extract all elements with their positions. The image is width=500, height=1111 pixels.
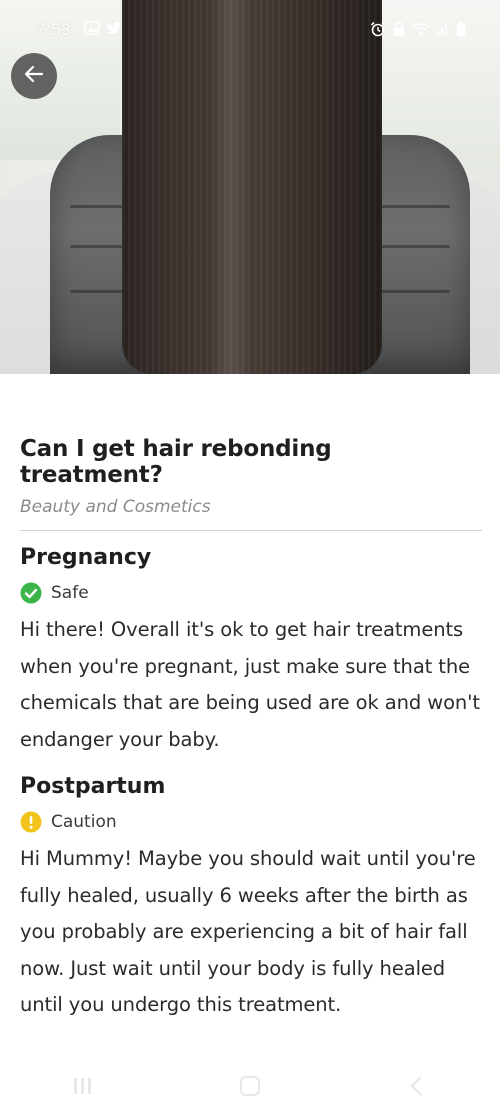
gallery-icon (84, 21, 100, 35)
navigation-bar (0, 1061, 500, 1111)
hero-image (0, 0, 500, 374)
recents-icon[interactable] (63, 1071, 103, 1101)
lock-icon (392, 21, 406, 37)
section-pregnancy: Pregnancy Safe Hi there! Overall it's ok… (20, 545, 482, 758)
question-title: Can I get hair rebonding treatment? (20, 436, 332, 488)
answer-text: Hi Mummy! Maybe you should wait until yo… (20, 847, 476, 1016)
signal-icon (436, 22, 450, 36)
home-icon[interactable] (230, 1071, 270, 1101)
back-icon[interactable] (397, 1071, 437, 1101)
content: Can I get hair rebonding treatment? Beau… (20, 436, 482, 1024)
divider (20, 530, 482, 531)
wifi-icon (412, 22, 430, 36)
status-row: Caution (20, 811, 482, 833)
twitter-icon (106, 21, 122, 35)
section-title: Pregnancy (20, 545, 152, 570)
status-bar: 7:53 (0, 0, 500, 40)
arrow-left-icon (22, 62, 46, 91)
back-button[interactable] (11, 53, 57, 99)
battery-icon (456, 21, 466, 37)
status-time: 7:53 (36, 20, 72, 39)
section-postpartum: Postpartum Caution Hi Mummy! Maybe you s… (20, 774, 482, 1024)
screen: 7:53 Can I get hair rebonding treatment?… (0, 0, 500, 1111)
hair (122, 0, 382, 374)
section-title: Postpartum (20, 774, 166, 799)
alarm-icon (370, 21, 386, 37)
category-label: Beauty and Cosmetics (20, 497, 211, 517)
status-caution-label: Caution (51, 812, 117, 832)
status-safe-label: Safe (51, 583, 89, 603)
status-row: Safe (20, 582, 482, 604)
exclamation-circle-icon (20, 811, 42, 833)
check-circle-icon (20, 582, 42, 604)
answer-text: Hi there! Overall it's ok to get hair tr… (20, 618, 480, 751)
